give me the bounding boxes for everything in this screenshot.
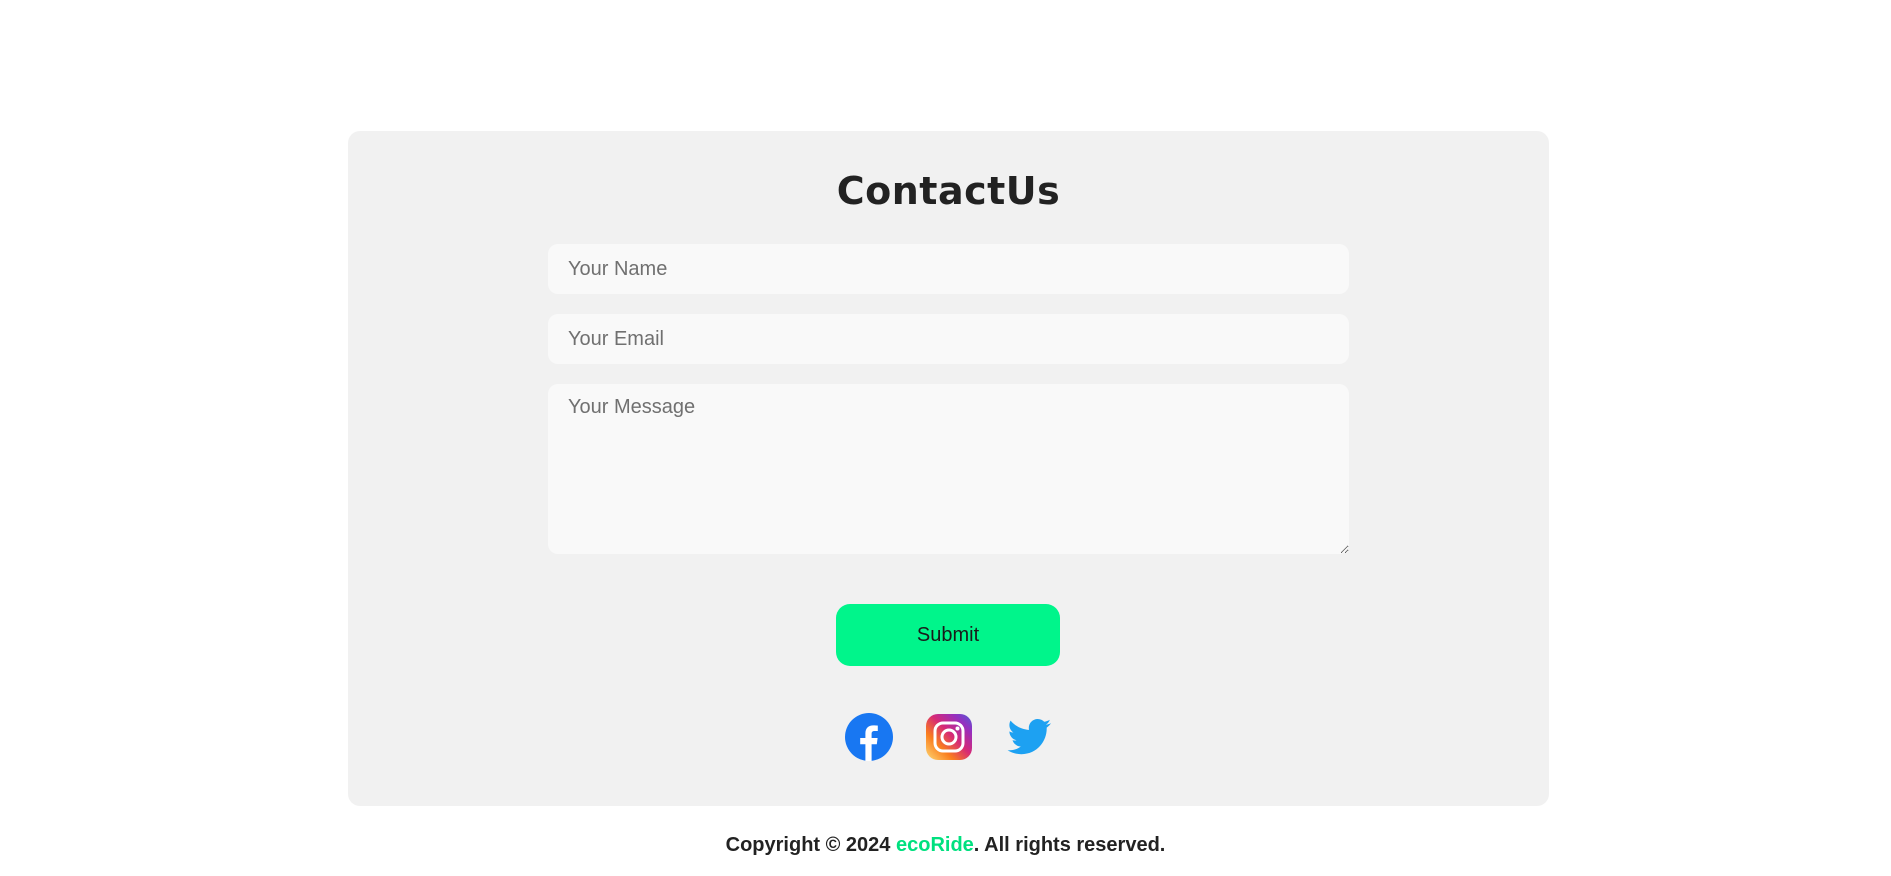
contact-card: ContactUs Submit [348,131,1549,806]
email-input[interactable] [548,314,1349,364]
copyright-suffix: . All rights reserved. [973,834,1166,856]
instagram-link[interactable] [925,713,973,761]
brand-link[interactable]: ecoRide [896,834,974,856]
facebook-link[interactable] [844,713,893,761]
twitter-link[interactable] [1005,713,1053,761]
instagram-icon [925,714,972,760]
social-links [348,713,1549,761]
copyright-footer: Copyright © 2024 ecoRide. All rights res… [0,834,1891,857]
copyright-prefix: Copyright © 2024 [725,834,896,856]
name-input[interactable] [548,244,1349,294]
submit-button[interactable]: Submit [836,604,1060,666]
page-title: ContactUs [836,169,1061,213]
facebook-icon [844,713,893,761]
twitter-icon [1007,719,1051,755]
message-textarea[interactable] [548,384,1349,554]
